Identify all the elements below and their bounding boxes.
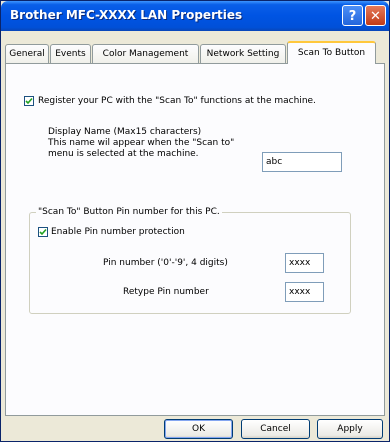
apply-button[interactable]: Apply [317, 419, 383, 439]
display-name-label: Display Name (Max15 characters) [48, 127, 202, 137]
display-name-input[interactable]: abc [262, 152, 342, 172]
tab-scan-to-button[interactable]: Scan To Button [287, 41, 376, 64]
pin-number-label: Pin number ('0'-'9', 4 digits) [103, 258, 228, 268]
close-icon: ✕ [370, 9, 381, 24]
window-title: Brother MFC-XXXX LAN Properties [10, 8, 243, 22]
pin-group-legend: "Scan To" Button Pin number for this PC. [36, 207, 222, 218]
enable-pin-label: Enable Pin number protection [51, 227, 185, 237]
retype-pin-label: Retype Pin number [123, 287, 209, 297]
enable-pin-checkbox[interactable] [38, 227, 48, 237]
tab-general[interactable]: General [5, 44, 49, 63]
tab-panel: Register your PC with the "Scan To" func… [5, 63, 385, 416]
close-button[interactable]: ✕ [365, 5, 386, 26]
tab-network-setting[interactable]: Network Setting [200, 44, 286, 63]
ok-button[interactable]: OK [164, 419, 233, 439]
register-checkbox[interactable] [24, 96, 34, 106]
retype-pin-input[interactable]: xxxx [285, 282, 324, 302]
pin-group-box: "Scan To" Button Pin number for this PC.… [29, 207, 351, 314]
tab-strip: General Events Color Management Network … [5, 41, 385, 64]
display-name-hint-1: This name wil appear when the "Scan to" [48, 138, 235, 148]
checkmark-icon [39, 228, 47, 236]
tab-events[interactable]: Events [50, 44, 91, 63]
cancel-button[interactable]: Cancel [241, 419, 310, 439]
tab-color-management[interactable]: Color Management [92, 44, 199, 63]
help-button[interactable]: ? [342, 5, 363, 26]
pin-number-input[interactable]: xxxx [285, 253, 324, 273]
title-bar[interactable]: Brother MFC-XXXX LAN Properties ? ✕ [1, 1, 389, 31]
properties-dialog: Brother MFC-XXXX LAN Properties ? ✕ Gene… [0, 0, 390, 442]
display-name-hint-2: menu is selected at the machine. [48, 149, 199, 159]
help-icon: ? [348, 9, 357, 24]
checkmark-icon [25, 97, 33, 105]
register-label: Register your PC with the "Scan To" func… [38, 96, 316, 106]
